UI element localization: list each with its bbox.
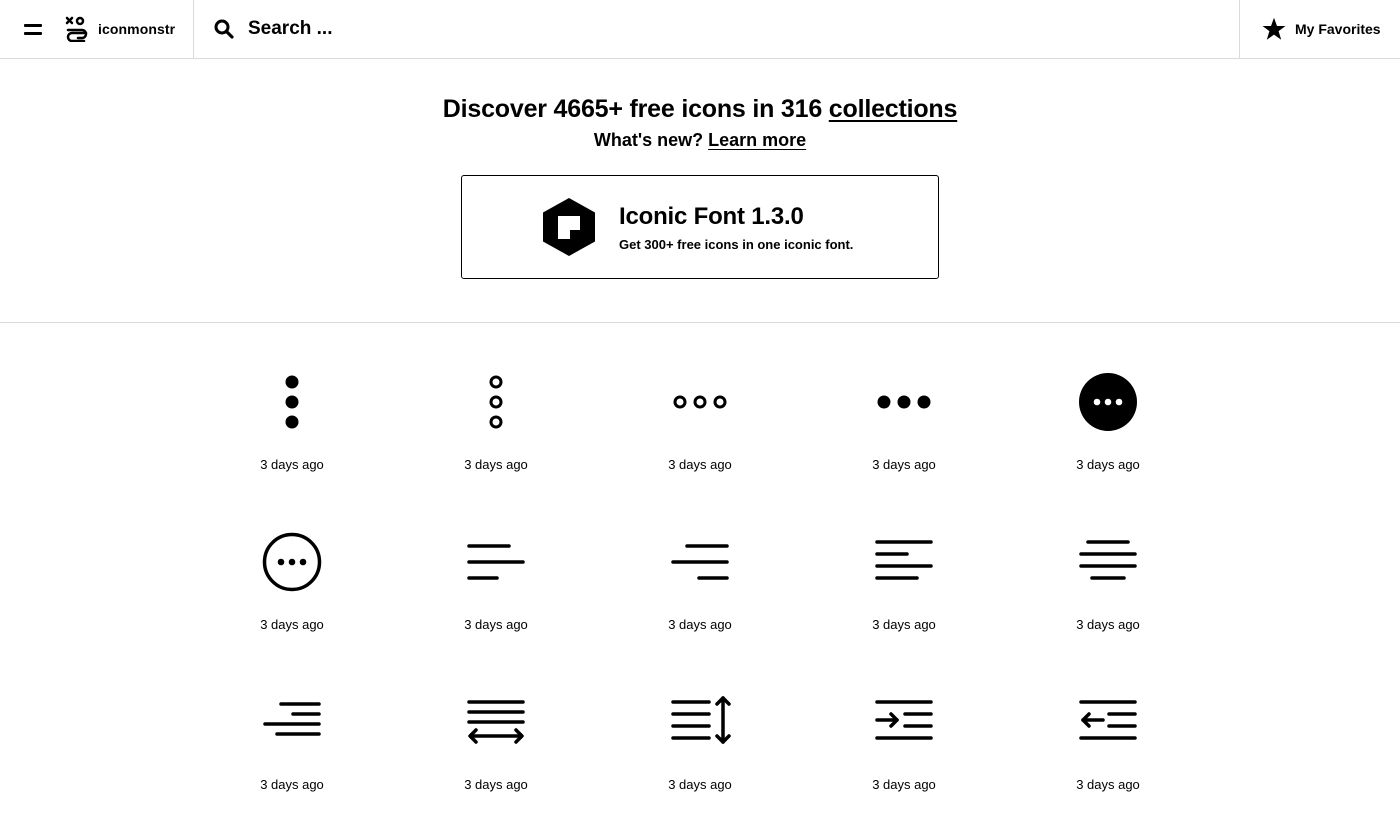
indent-icon	[875, 700, 933, 740]
promo-description: Get 300+ free icons in one iconic font.	[619, 236, 854, 252]
icon-date: 3 days ago	[1076, 457, 1140, 472]
icon-date: 3 days ago	[1076, 777, 1140, 792]
icon-date: 3 days ago	[872, 777, 936, 792]
horizontal-dots-filled-icon	[877, 395, 931, 409]
hero-title: Discover 4665+ free icons in 316 collect…	[0, 95, 1400, 124]
favorites-label: My Favorites	[1295, 21, 1381, 37]
icon-card[interactable]: 3 days ago	[190, 343, 394, 503]
search-input[interactable]	[248, 18, 648, 40]
learn-more-link[interactable]: Learn more	[708, 130, 806, 150]
text-left-icon	[875, 540, 933, 580]
icon-date: 3 days ago	[464, 617, 528, 632]
icon-card[interactable]: 3 days ago	[190, 663, 394, 823]
vertical-dots-outline-icon	[489, 375, 503, 429]
more-circle-outline-icon	[262, 532, 322, 592]
icon-card[interactable]: 3 days ago	[1006, 343, 1210, 503]
align-left-icon	[467, 544, 525, 580]
icon-card[interactable]: 3 days ago	[802, 503, 1006, 663]
icon-grid: 3 days ago 3 days ago 3 days ago 3 days …	[190, 343, 1210, 823]
logo-link[interactable]: iconmonstr	[64, 16, 175, 42]
icon-date: 3 days ago	[872, 457, 936, 472]
more-circle-filled-icon	[1079, 373, 1137, 431]
icon-card[interactable]: 3 days ago	[394, 343, 598, 503]
icon-date: 3 days ago	[668, 777, 732, 792]
icon-date: 3 days ago	[872, 617, 936, 632]
icon-date: 3 days ago	[260, 617, 324, 632]
iconic-font-logo-icon	[543, 198, 595, 256]
search-bar	[194, 0, 1239, 58]
icon-date: 3 days ago	[1076, 617, 1140, 632]
menu-icon[interactable]	[24, 21, 44, 37]
top-header: iconmonstr My Favorites	[0, 0, 1400, 59]
icon-card[interactable]: 3 days ago	[190, 503, 394, 663]
icon-card[interactable]: 3 days ago	[598, 343, 802, 503]
outdent-icon	[1079, 700, 1137, 740]
vertical-dots-filled-icon	[285, 375, 299, 429]
collections-link[interactable]: collections	[829, 95, 958, 123]
align-right-icon	[671, 544, 729, 580]
icon-card[interactable]: 3 days ago	[598, 503, 802, 663]
icon-date: 3 days ago	[260, 777, 324, 792]
icon-card[interactable]: 3 days ago	[802, 343, 1006, 503]
icon-date: 3 days ago	[668, 457, 732, 472]
brand-name: iconmonstr	[98, 21, 176, 37]
line-height-icon	[671, 696, 731, 744]
hero-title-text: Discover 4665+ free icons in 316	[442, 95, 829, 123]
icon-card[interactable]: 3 days ago	[1006, 503, 1210, 663]
promo-title: Iconic Font 1.3.0	[619, 202, 804, 230]
horizontal-dots-outline-icon	[673, 395, 727, 409]
hero-subtitle-text: What's new?	[593, 130, 709, 150]
hero-section: Discover 4665+ free icons in 316 collect…	[0, 60, 1400, 323]
icon-card[interactable]: 3 days ago	[802, 663, 1006, 823]
justify-horizontal-icon	[467, 700, 525, 744]
icon-card[interactable]: 3 days ago	[394, 503, 598, 663]
search-icon[interactable]	[214, 19, 234, 39]
iconmonstr-logo-icon	[65, 16, 88, 42]
align-center-icon	[1079, 540, 1137, 580]
icon-date: 3 days ago	[464, 777, 528, 792]
promo-text: Iconic Font 1.3.0 Get 300+ free icons in…	[619, 203, 853, 252]
iconic-font-promo[interactable]: Iconic Font 1.3.0 Get 300+ free icons in…	[461, 175, 939, 279]
icon-card[interactable]: 3 days ago	[1006, 663, 1210, 823]
icon-date: 3 days ago	[464, 457, 528, 472]
text-right-icon	[263, 702, 321, 736]
brand-area: iconmonstr	[0, 0, 194, 58]
star-icon	[1262, 17, 1286, 40]
icon-date: 3 days ago	[260, 457, 324, 472]
icon-date: 3 days ago	[668, 617, 732, 632]
icon-card[interactable]: 3 days ago	[598, 663, 802, 823]
my-favorites-button[interactable]: My Favorites	[1239, 0, 1400, 58]
icon-card[interactable]: 3 days ago	[394, 663, 598, 823]
hero-subtitle: What's new? Learn more	[0, 130, 1400, 151]
